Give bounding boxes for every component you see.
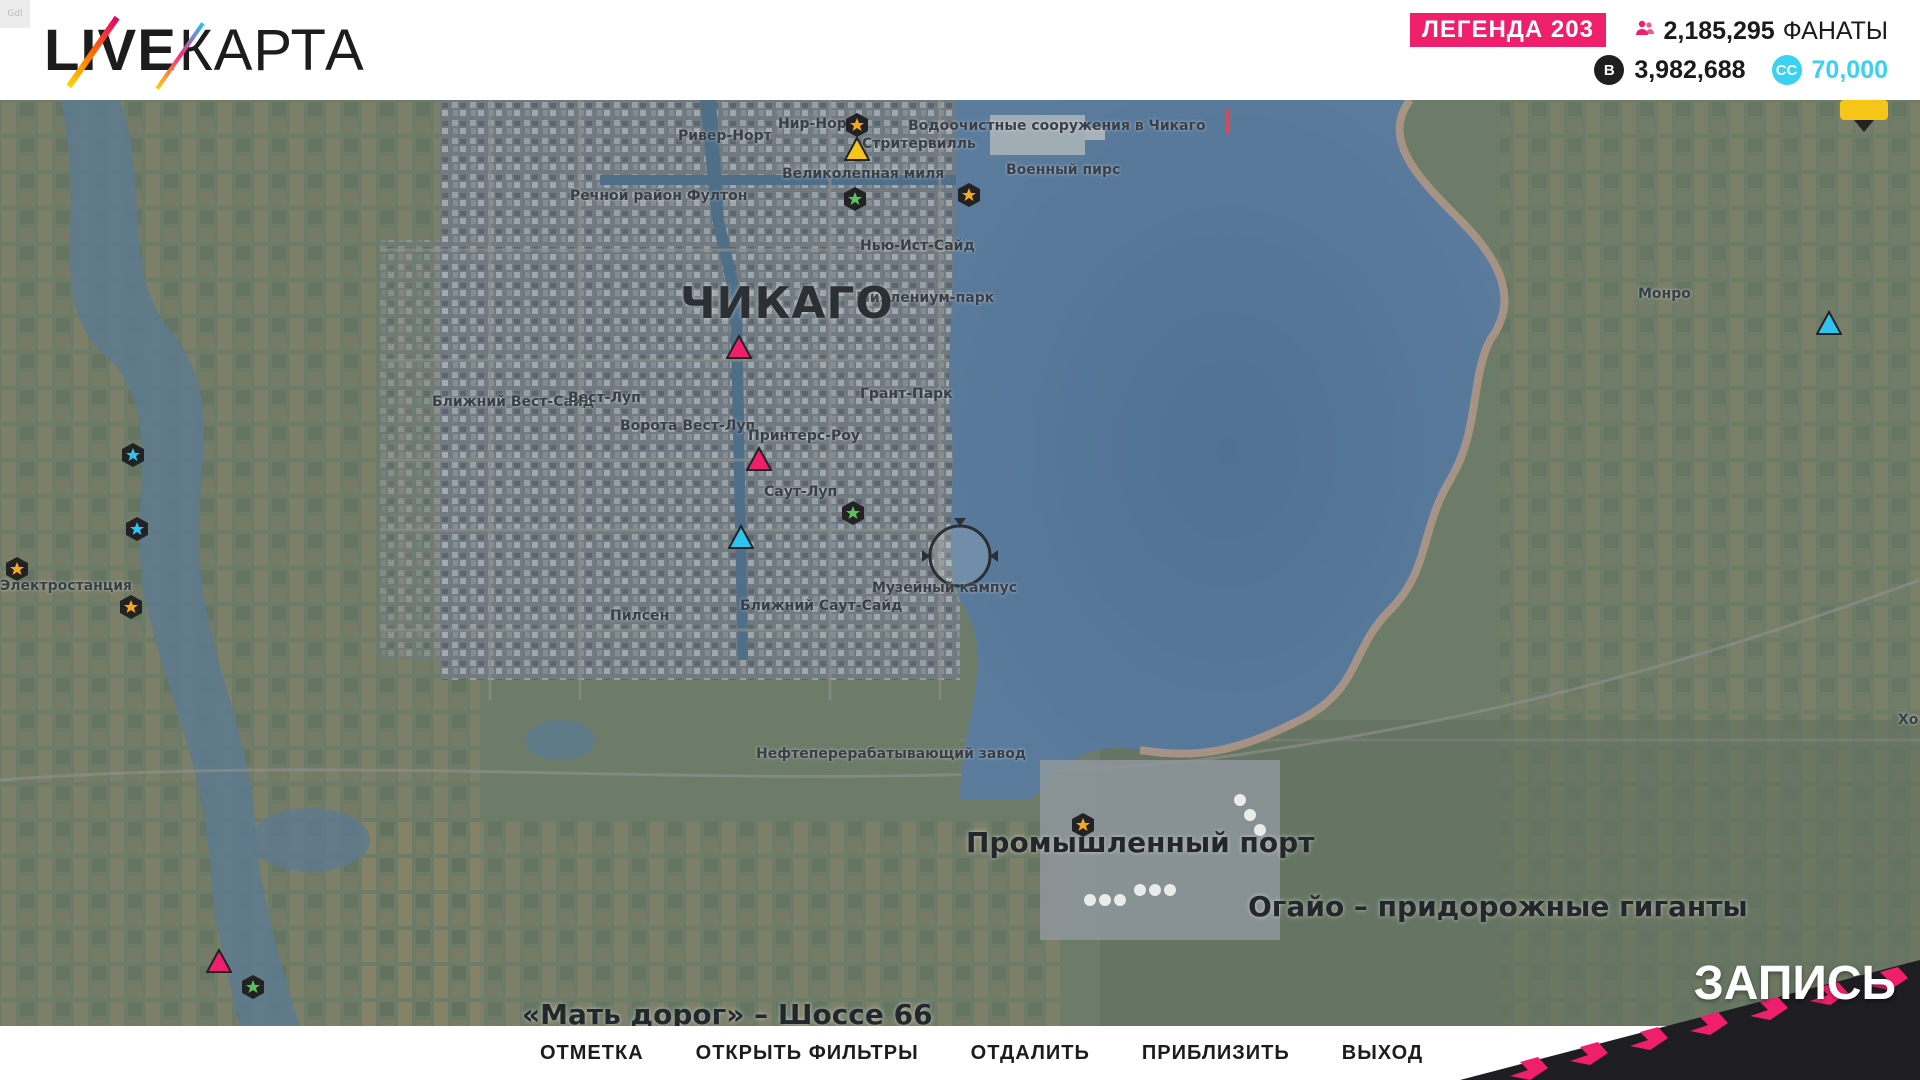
exit-button[interactable]: ВЫХОД bbox=[1342, 1042, 1423, 1065]
district-label: Стритервилль bbox=[862, 136, 976, 152]
district-label: Ворота Вест-Луп bbox=[620, 418, 756, 434]
star-activity-icon[interactable] bbox=[124, 516, 150, 542]
district-label: Великолепная миля bbox=[782, 166, 945, 182]
top-bar: Gdl LIVE КАРТА ЛЕГЕНДА 203 2,185,295 ФАН… bbox=[0, 0, 1920, 100]
crew-credits-icon: CC bbox=[1771, 55, 1802, 85]
skill-event-icon[interactable] bbox=[844, 136, 870, 162]
star-activity-icon[interactable] bbox=[4, 556, 30, 582]
world-map[interactable]: Ривер-Норт Нир-Норт Водоочистные сооруже… bbox=[0, 100, 1920, 1026]
district-label: Нефтеперерабатывающий завод bbox=[756, 746, 1027, 762]
fans-counter: 2,185,295 ФАНАТЫ bbox=[1635, 14, 1888, 48]
map-controls: ОТМЕТКА ОТКРЫТЬ ФИЛЬТРЫ ОТДАЛИТЬ ПРИБЛИЗ… bbox=[540, 1026, 1423, 1080]
district-label: Ривер-Норт bbox=[678, 128, 772, 144]
race-event-icon[interactable] bbox=[206, 948, 232, 974]
fans-value: 2,185,295 bbox=[1663, 16, 1775, 45]
credits-icon: B bbox=[1594, 55, 1625, 85]
district-label: Хо bbox=[1898, 712, 1919, 728]
city-label: ЧИКАГО bbox=[680, 278, 894, 329]
star-activity-icon[interactable] bbox=[120, 442, 146, 468]
star-activity-icon[interactable] bbox=[956, 182, 982, 208]
region-label-route-66: «Мать дорог» – Шоссе 66 bbox=[522, 998, 933, 1026]
district-label: Военный пирс bbox=[1006, 162, 1121, 178]
credits-value: 3,982,688 bbox=[1634, 55, 1746, 84]
car-location-icon[interactable] bbox=[1838, 100, 1890, 134]
star-activity-icon[interactable] bbox=[844, 112, 870, 138]
district-label: Монро bbox=[1638, 286, 1691, 302]
district-label: Водоочистные сооружения в Чикаго bbox=[908, 118, 1206, 134]
region-label-industrial-port: Промышленный порт bbox=[966, 826, 1315, 859]
record-indicator: ЗАПИСЬ bbox=[1440, 940, 1920, 1080]
live-map-logo: LIVE КАРТА bbox=[44, 14, 365, 90]
fans-label: ФАНАТЫ bbox=[1782, 16, 1888, 45]
race-event-icon[interactable] bbox=[746, 446, 772, 472]
open-filters-button[interactable]: ОТКРЫТЬ ФИЛЬТРЫ bbox=[696, 1042, 919, 1065]
district-label: Принтерс-Роу bbox=[748, 428, 860, 444]
star-activity-icon[interactable] bbox=[1070, 812, 1096, 838]
district-label: Речной район Фултон bbox=[570, 188, 748, 204]
district-label: Вест-Луп bbox=[568, 390, 641, 406]
region-label-ohio: Огайо – придорожные гиганты bbox=[1248, 890, 1748, 923]
fans-people-icon bbox=[1635, 18, 1655, 44]
star-activity-icon[interactable] bbox=[840, 500, 866, 526]
logo-map-text: КАРТА bbox=[178, 17, 365, 83]
mark-button[interactable]: ОТМЕТКА bbox=[540, 1042, 644, 1065]
district-label: Ближний Саут-Сайд bbox=[740, 598, 903, 614]
district-label: Музейный кампус bbox=[872, 580, 1018, 596]
district-label: Пилсен bbox=[610, 608, 670, 624]
record-label: ЗАПИСЬ bbox=[1693, 957, 1896, 1010]
district-label: Саут-Луп bbox=[764, 484, 838, 500]
district-label: Нью-Ист-Сайд bbox=[860, 238, 975, 254]
zoom-in-button[interactable]: ПРИБЛИЗИТЬ bbox=[1142, 1042, 1290, 1065]
crew-credits-value: 70,000 bbox=[1811, 55, 1888, 84]
currency-display: B 3,982,688 CC 70,000 bbox=[1594, 52, 1888, 88]
fps-badge: Gdl bbox=[0, 0, 30, 28]
star-activity-icon[interactable] bbox=[240, 974, 266, 1000]
star-activity-icon[interactable] bbox=[118, 594, 144, 620]
race-event-icon[interactable] bbox=[726, 334, 752, 360]
legend-rank-badge: ЛЕГЕНДА 203 bbox=[1410, 13, 1606, 47]
district-label: Грант-Парк bbox=[860, 386, 953, 402]
skill-event-icon[interactable] bbox=[1816, 310, 1842, 336]
zoom-out-button[interactable]: ОТДАЛИТЬ bbox=[971, 1042, 1090, 1065]
skill-event-icon[interactable] bbox=[728, 524, 754, 550]
star-activity-icon[interactable] bbox=[842, 186, 868, 212]
